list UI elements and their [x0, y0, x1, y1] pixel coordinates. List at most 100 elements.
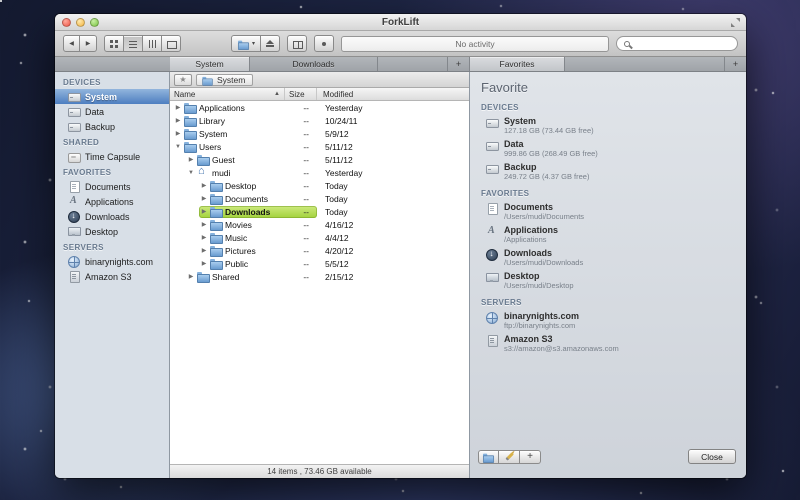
- file-row[interactable]: ▶ Music -- 4/4/12: [170, 231, 469, 244]
- close-window-button[interactable]: [62, 18, 71, 27]
- favorite-item-name: Applications: [504, 225, 558, 235]
- sidebar-item[interactable]: Applications: [55, 194, 169, 209]
- favorites-pane: Favorite DEVICES System 127.18 GB (73.44…: [470, 72, 746, 478]
- disclosure-triangle-icon[interactable]: ▶: [200, 247, 208, 254]
- dual-pane-button[interactable]: [287, 35, 307, 52]
- disclosure-triangle-icon[interactable]: ▶: [174, 104, 182, 111]
- left-pane-tabs: System Downloads +: [55, 57, 470, 71]
- sidebar-section-favorites: FAVORITES: [55, 164, 169, 179]
- sidebar-item[interactable]: Desktop: [55, 224, 169, 239]
- sidebar-item[interactable]: Amazon S3: [55, 269, 169, 284]
- file-name: Documents: [225, 194, 268, 204]
- disclosure-triangle-icon[interactable]: ▼: [187, 170, 195, 176]
- column-header-name[interactable]: Name ▲: [170, 88, 285, 100]
- coverflow-view-button[interactable]: [162, 35, 181, 52]
- disclosure-triangle-icon[interactable]: ▶: [200, 221, 208, 228]
- file-name: Library: [199, 116, 225, 126]
- tab-spacer: [55, 57, 170, 71]
- disclosure-triangle-icon[interactable]: ▶: [200, 195, 208, 202]
- file-row[interactable]: ▶ Guest -- 5/11/12: [170, 153, 469, 166]
- favorite-item[interactable]: Documents /Users/mudi/Documents: [470, 200, 746, 223]
- favorite-item[interactable]: Amazon S3 s3://amazon@s3.amazonaws.com: [470, 332, 746, 355]
- tab-favorites[interactable]: Favorites: [470, 57, 565, 71]
- file-row[interactable]: ▶ Applications -- Yesterday: [170, 101, 469, 114]
- fullscreen-icon[interactable]: [731, 18, 740, 27]
- window-content: DEVICES System Data: [55, 72, 746, 478]
- sidebar-item-icon: [68, 106, 81, 117]
- disclosure-triangle-icon[interactable]: ▶: [200, 260, 208, 267]
- column-view-button[interactable]: [143, 35, 162, 52]
- disclosure-triangle-icon[interactable]: ▶: [174, 130, 182, 137]
- disclosure-triangle-icon[interactable]: ▶: [200, 182, 208, 189]
- favorite-item[interactable]: Backup 249.72 GB (4.37 GB free): [470, 160, 746, 183]
- name-size-cells: ▶ Shared --: [170, 270, 317, 283]
- favorite-item-detail: /Users/mudi/Downloads: [504, 258, 583, 267]
- file-row[interactable]: ▶ Movies -- 4/16/12: [170, 218, 469, 231]
- favorite-item-name: Data: [504, 139, 598, 149]
- new-folder-menu-button[interactable]: ▾: [231, 35, 261, 52]
- activity-button[interactable]: [314, 35, 334, 52]
- sidebar-item[interactable]: System: [55, 89, 169, 104]
- favorite-item[interactable]: Data 999.86 GB (268.49 GB free): [470, 137, 746, 160]
- folder-tools: ▾: [231, 35, 280, 52]
- file-row[interactable]: ▶ Desktop -- Today: [170, 179, 469, 192]
- file-icon: [210, 219, 223, 230]
- new-tab-button[interactable]: +: [447, 57, 469, 71]
- disclosure-triangle-icon[interactable]: ▶: [200, 234, 208, 241]
- column-header-size[interactable]: Size: [285, 88, 317, 100]
- back-button[interactable]: ◀: [63, 35, 80, 52]
- search-field[interactable]: [616, 36, 738, 51]
- favorite-item[interactable]: Desktop /Users/mudi/Desktop: [470, 269, 746, 292]
- add-favorite-button[interactable]: +: [520, 450, 541, 464]
- add-folder-button[interactable]: [478, 450, 499, 464]
- file-row[interactable]: ▶ Downloads -- Today: [170, 205, 469, 218]
- forward-button[interactable]: ▶: [80, 35, 97, 52]
- zoom-window-button[interactable]: [90, 18, 99, 27]
- column-header-modified[interactable]: Modified: [317, 88, 469, 100]
- file-row[interactable]: ▼ Users -- 5/11/12: [170, 140, 469, 153]
- disclosure-triangle-icon[interactable]: ▶: [187, 273, 195, 280]
- disclosure-triangle-icon[interactable]: ▶: [200, 208, 208, 215]
- file-row[interactable]: ▶ Public -- 5/5/12: [170, 257, 469, 270]
- sidebar-item[interactable]: binarynights.com: [55, 254, 169, 269]
- favorite-item-name: Backup: [504, 162, 589, 172]
- sidebar-item[interactable]: Data: [55, 104, 169, 119]
- tab-downloads[interactable]: Downloads: [250, 57, 378, 71]
- sidebar-item[interactable]: Documents: [55, 179, 169, 194]
- sidebar-item[interactable]: Downloads: [55, 209, 169, 224]
- file-name: Music: [225, 233, 247, 243]
- disclosure-triangle-icon[interactable]: ▶: [174, 117, 182, 124]
- icon-view-button[interactable]: [104, 35, 124, 52]
- file-row[interactable]: ▶ Documents -- Today: [170, 192, 469, 205]
- tab-system[interactable]: System: [170, 57, 250, 71]
- sidebar-section-shared: SHARED: [55, 134, 169, 149]
- list-view-button[interactable]: [124, 35, 143, 52]
- file-row[interactable]: ▶ Shared -- 2/15/12: [170, 270, 469, 283]
- status-bar: 14 items , 73.46 GB available: [170, 464, 469, 478]
- favorites-section-servers: SERVERS: [470, 292, 746, 309]
- favorite-item[interactable]: Applications /Applications: [470, 223, 746, 246]
- favorites-section-favorites: FAVORITES: [470, 183, 746, 200]
- favorite-item[interactable]: System 127.18 GB (73.44 GB free): [470, 114, 746, 137]
- sidebar-item[interactable]: Backup: [55, 119, 169, 134]
- indent: [170, 263, 199, 264]
- eject-button[interactable]: [261, 35, 280, 52]
- titlebar[interactable]: ForkLift: [55, 14, 746, 31]
- breadcrumb-system[interactable]: System: [196, 74, 253, 86]
- file-row[interactable]: ▼ mudi -- Yesterday: [170, 166, 469, 179]
- close-button[interactable]: Close: [688, 449, 736, 464]
- favorites-star-button[interactable]: ★: [174, 74, 192, 86]
- disclosure-triangle-icon[interactable]: ▶: [187, 156, 195, 163]
- file-size: --: [303, 233, 317, 243]
- minimize-window-button[interactable]: [76, 18, 85, 27]
- file-row[interactable]: ▶ Pictures -- 4/20/12: [170, 244, 469, 257]
- edit-favorite-button[interactable]: [499, 450, 520, 464]
- favorite-item[interactable]: Downloads /Users/mudi/Downloads: [470, 246, 746, 269]
- tab-label: System: [195, 59, 223, 69]
- new-tab-button[interactable]: +: [724, 57, 746, 71]
- file-row[interactable]: ▶ Library -- 10/24/11: [170, 114, 469, 127]
- disclosure-triangle-icon[interactable]: ▼: [174, 144, 182, 150]
- sidebar-item[interactable]: Time Capsule: [55, 149, 169, 164]
- favorite-item[interactable]: binarynights.com ftp://binarynights.com: [470, 309, 746, 332]
- file-row[interactable]: ▶ System -- 5/9/12: [170, 127, 469, 140]
